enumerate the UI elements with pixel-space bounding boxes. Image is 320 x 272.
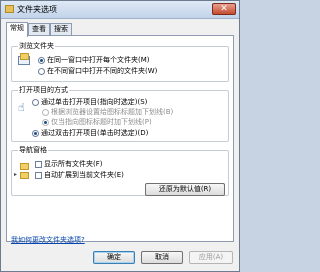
click-items-label: 打开项目的方式	[18, 86, 69, 95]
option-same-window-label[interactable]: 在同一窗口中打开每个文件夹(M)	[47, 56, 150, 65]
tab-search[interactable]: 搜索	[50, 23, 72, 35]
option-underline-browser-label[interactable]: 根据浏览器设置给图标标题加下划线(B)	[51, 108, 173, 117]
checkbox-auto-expand[interactable]	[35, 172, 42, 179]
navigation-pane-label: 导航窗格	[18, 146, 48, 155]
radio-single-click[interactable]	[32, 99, 39, 106]
window-title: 文件夹选项	[17, 5, 57, 14]
browse-folders-group: 浏览文件夹 在同一窗口中打开每个文件夹(M) 在不同窗口中打开不同的文件夹(W)	[11, 42, 229, 82]
general-tab-panel: 浏览文件夹 在同一窗口中打开每个文件夹(M) 在不同窗口中打开不同的文件夹(W)…	[6, 35, 234, 245]
folder-options-dialog: 文件夹选项 ✕ 常规 查看 搜索 浏览文件夹 在同一窗口中打开每个文件夹(M) …	[0, 0, 240, 272]
radio-same-window[interactable]	[38, 57, 45, 64]
folder-icon	[5, 5, 14, 13]
option-new-window-label[interactable]: 在不同窗口中打开不同的文件夹(W)	[47, 67, 157, 76]
folder-icon	[20, 163, 29, 170]
tab-general[interactable]: 常规	[6, 22, 28, 37]
cancel-button[interactable]: 取消	[141, 251, 183, 264]
radio-underline-point[interactable]	[42, 119, 49, 126]
tab-view[interactable]: 查看	[28, 23, 50, 35]
option-underline-point-label[interactable]: 仅当指向图标标题时加下划线(P)	[51, 118, 152, 127]
help-link[interactable]: 我如何更改文件夹选项?	[11, 235, 85, 245]
option-auto-expand-label[interactable]: 自动扩展到当前文件夹(E)	[44, 171, 124, 180]
checkbox-show-all-folders[interactable]	[35, 161, 42, 168]
apply-button[interactable]: 应用(A)	[189, 251, 233, 264]
restore-defaults-button[interactable]: 还原为默认值(R)	[145, 183, 225, 196]
click-items-group: 打开项目的方式 ☝ 通过单击打开项目(指向时选定)(S) 根据浏览器设置给图标标…	[11, 86, 229, 142]
option-show-all-folders-label[interactable]: 显示所有文件夹(F)	[44, 160, 103, 169]
browse-folders-label: 浏览文件夹	[18, 42, 55, 51]
pointer-hand-icon: ☝	[18, 101, 25, 114]
folder-icon	[20, 53, 29, 60]
option-double-click-label[interactable]: 通过双击打开项目(单击时选定)(D)	[41, 129, 148, 138]
ok-button[interactable]: 确定	[93, 251, 135, 264]
radio-underline-browser[interactable]	[42, 109, 49, 116]
title-bar: 文件夹选项 ✕	[1, 1, 239, 19]
option-single-click-label[interactable]: 通过单击打开项目(指向时选定)(S)	[41, 98, 147, 107]
radio-new-window[interactable]	[38, 68, 45, 75]
close-button[interactable]: ✕	[212, 3, 236, 15]
radio-double-click[interactable]	[32, 130, 39, 137]
expand-arrow-icon: ▸	[14, 171, 18, 178]
folder-icon	[20, 172, 29, 179]
